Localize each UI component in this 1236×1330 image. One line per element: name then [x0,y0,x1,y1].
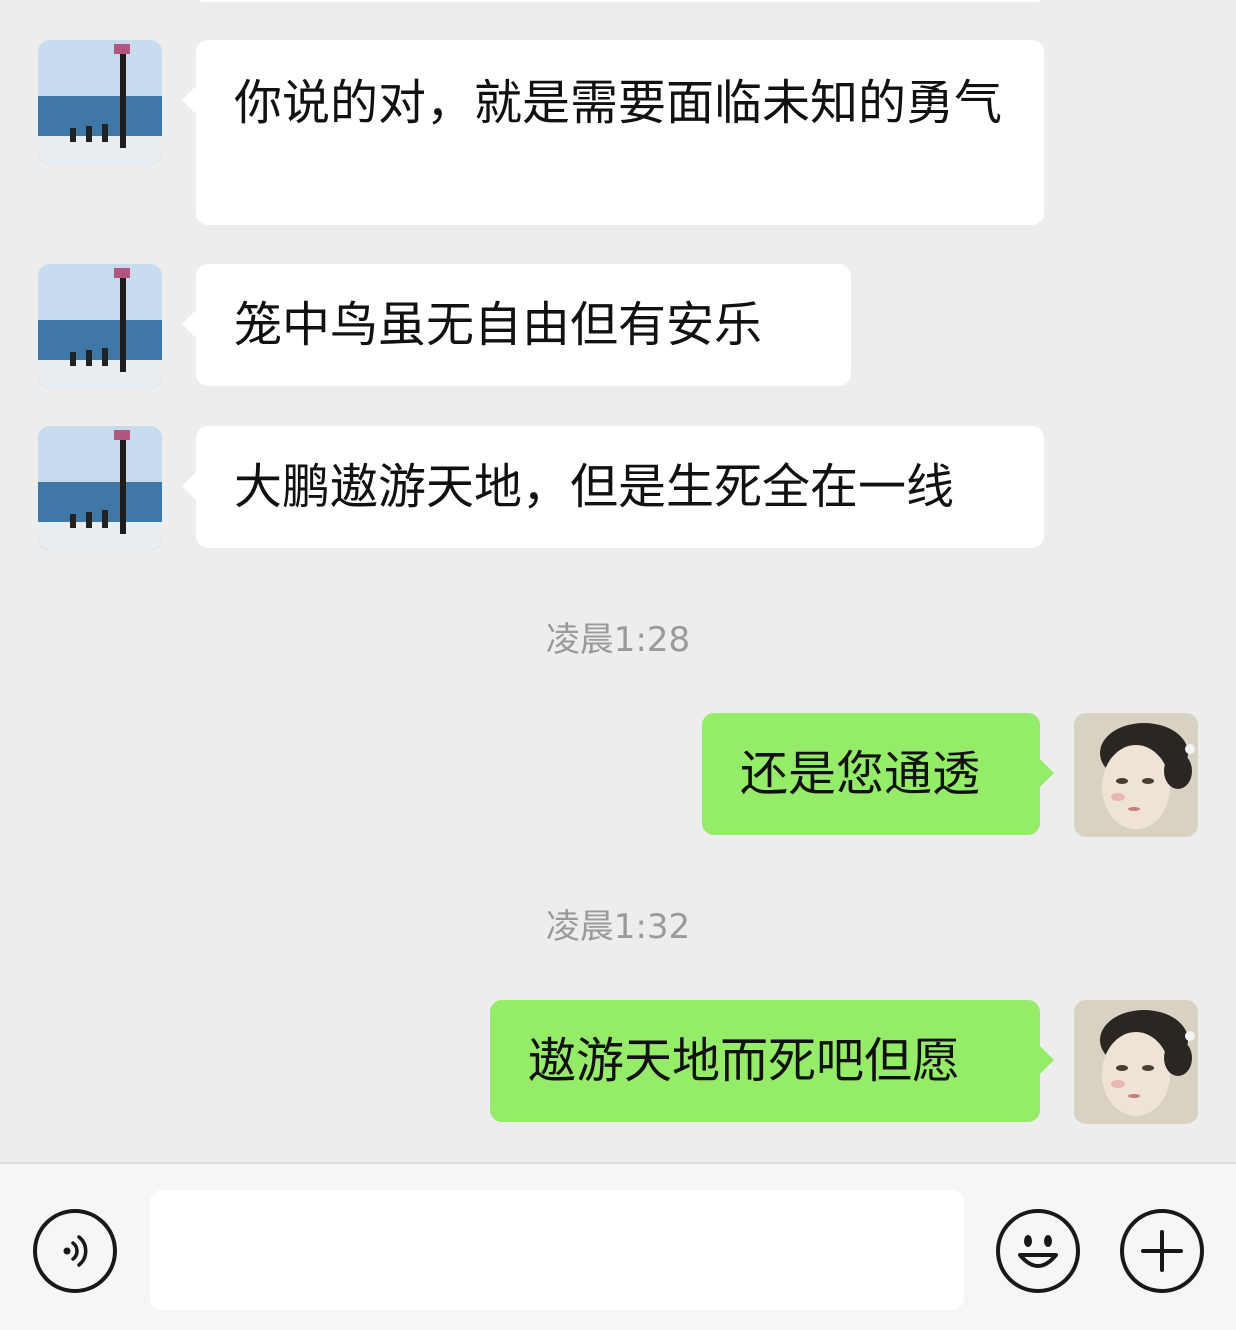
voice-icon [63,1235,88,1267]
message-bubble[interactable]: 你说的对，就是需要面临未知的勇气 [182,40,1044,225]
seascape-avatar-image [38,426,162,550]
message-bubble[interactable]: 还是您通透 [702,713,1054,835]
message-bubble[interactable]: 大鹏遨游天地，但是生死全在一线 [182,426,1044,548]
emoji-button[interactable] [996,1209,1080,1293]
voice-button[interactable] [33,1209,117,1293]
seascape-avatar-image [38,264,162,388]
message-timestamp: 凌晨1:28 [545,620,691,660]
message-text: 大鹏遨游天地，但是生死全在一线 [234,459,955,515]
message-input[interactable] [150,1190,964,1310]
contact-avatar[interactable] [38,264,162,388]
message-text: 你说的对，就是需要面临未知的勇气 [234,75,1003,131]
message-bubble[interactable]: 笼中鸟虽无自由但有安乐 [182,264,851,386]
message-text: 还是您通透 [740,746,981,802]
portrait-avatar-image [1074,713,1198,837]
message-text: 笼中鸟虽无自由但有安乐 [234,297,763,353]
contact-avatar[interactable] [38,40,162,164]
emoji-icon [1018,1235,1058,1268]
more-button[interactable] [1120,1209,1204,1293]
plus-icon [1141,1230,1183,1272]
message-text: 遨游天地而死吧但愿 [528,1033,961,1089]
seascape-avatar-image [38,40,162,164]
chat-message-list[interactable]: 你说的对，就是需要面临未知的勇气 笼中鸟虽无自由但有安乐 大鹏遨游天地，但是生死… [0,0,1236,1162]
portrait-avatar-image [1074,1000,1198,1124]
message-bubble[interactable]: 遨游天地而死吧但愿 [490,1000,1054,1122]
previous-message-bubble-edge [196,0,1044,2]
contact-avatar[interactable] [38,426,162,550]
message-timestamp: 凌晨1:32 [545,907,691,947]
my-avatar[interactable] [1074,1000,1198,1124]
my-avatar[interactable] [1074,713,1198,837]
